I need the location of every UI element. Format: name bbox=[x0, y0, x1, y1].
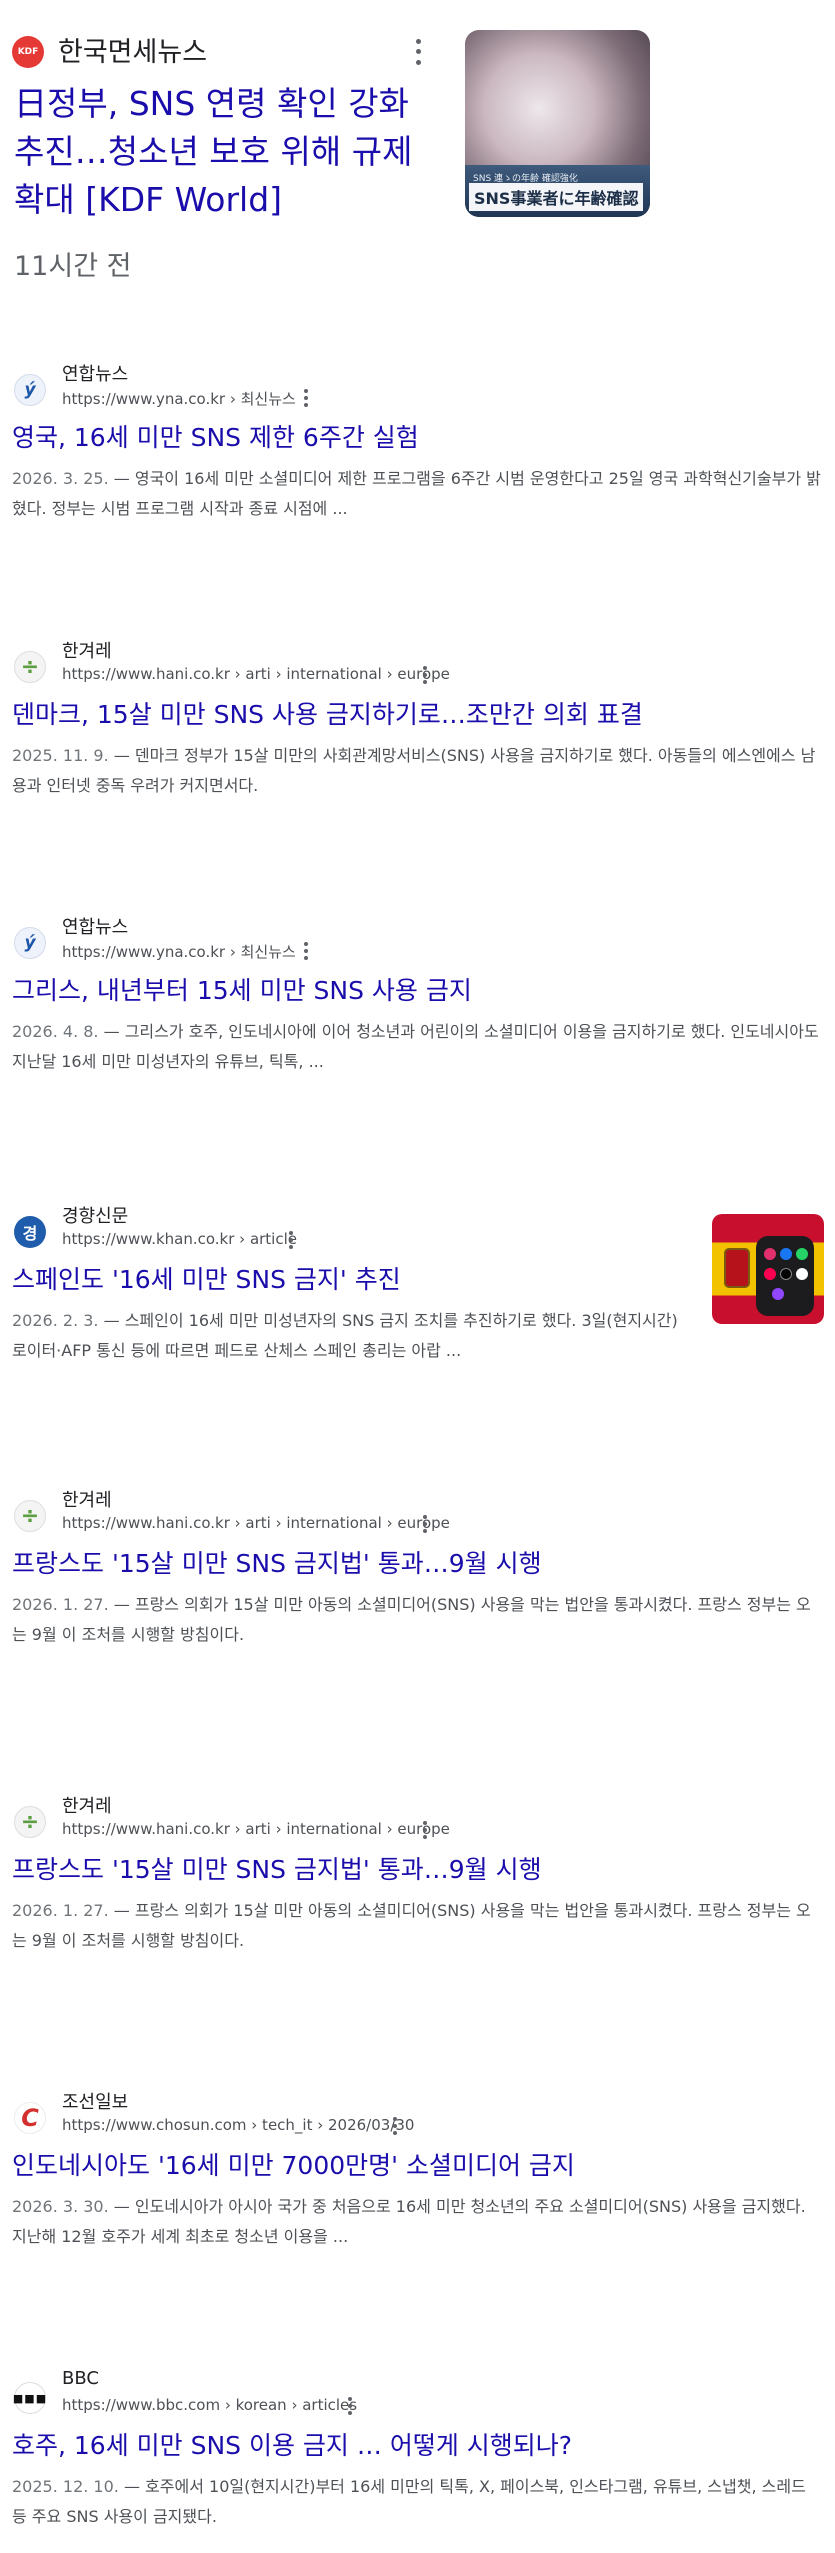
news-source-name: 한국면세뉴스 bbox=[58, 37, 208, 68]
result-site-name[interactable]: 한겨레 bbox=[62, 637, 112, 663]
date-separator: — bbox=[118, 2477, 146, 2496]
kdf-logo: KDF bbox=[12, 36, 44, 68]
yonhap-favicon-icon: ý bbox=[14, 927, 46, 959]
spain-emblem-icon bbox=[724, 1248, 750, 1288]
result-title-link[interactable]: 그리스, 내년부터 15세 미만 SNS 사용 금지 bbox=[12, 971, 472, 1007]
bbc-favicon-icon: ■■■ bbox=[13, 2382, 46, 2414]
result-date: 2026. 1. 27. bbox=[12, 1901, 109, 1920]
news-timestamp: 11시간 전 bbox=[14, 251, 132, 282]
result-date: 2026. 1. 27. bbox=[12, 1595, 109, 1614]
result-site-name[interactable]: 한겨레 bbox=[62, 1792, 112, 1818]
hani-favicon-icon: ÷ bbox=[14, 651, 46, 683]
more-options-icon[interactable] bbox=[420, 1514, 430, 1534]
thumbnail-caption: SNS事業者に年齢確認 bbox=[469, 183, 644, 211]
result-snippet: 2025. 12. 10. — 호주에서 10일(현지시간)부터 16세 미만의… bbox=[12, 2472, 824, 2532]
search-result: 경 경향신문 https://www.khan.co.kr › article … bbox=[0, 1202, 835, 1360]
khan-favicon-icon: 경 bbox=[14, 1216, 46, 1248]
more-options-icon[interactable] bbox=[408, 36, 428, 68]
result-url[interactable]: https://www.yna.co.kr › 최신뉴스 bbox=[62, 941, 296, 962]
search-result: ■■■ BBC https://www.bbc.com › korean › a… bbox=[0, 2368, 835, 2526]
whatsapp-icon bbox=[796, 1248, 808, 1260]
result-snippet-text: 그리스가 호주, 인도네시아에 이어 청소년과 어린이의 소셜미디어 이용을 금… bbox=[12, 1022, 819, 1071]
result-date: 2026. 4. 8. bbox=[12, 1022, 99, 1041]
yonhap-favicon-icon: ý bbox=[14, 374, 46, 406]
result-url[interactable]: https://www.hani.co.kr › arti › internat… bbox=[62, 665, 450, 683]
instagram-icon bbox=[764, 1248, 776, 1260]
result-title-link[interactable]: 호주, 16세 미만 SNS 이용 금지 … 어떻게 시행되나? bbox=[12, 2426, 572, 2462]
news-headline[interactable]: 日정부, SNS 연령 확인 강화 추진…청소년 보호 위해 규제 확대 [KD… bbox=[14, 80, 434, 224]
more-options-icon[interactable] bbox=[301, 388, 311, 408]
result-snippet: 2026. 4. 8. — 그리스가 호주, 인도네시아에 이어 청소년과 어린… bbox=[12, 1017, 824, 1077]
result-title-link[interactable]: 영국, 16세 미만 SNS 제한 6주간 실험 bbox=[12, 418, 419, 454]
result-date: 2026. 3. 30. bbox=[12, 2197, 109, 2216]
app-icon bbox=[772, 1288, 784, 1300]
result-title-link[interactable]: 프랑스도 '15살 미만 SNS 금지법' 통과…9월 시행 bbox=[12, 1544, 542, 1580]
result-title-link[interactable]: 인도네시아도 '16세 미만 7000만명' 소셜미디어 금지 bbox=[12, 2146, 575, 2182]
search-result: C 조선일보 https://www.chosun.com › tech_it … bbox=[0, 2088, 835, 2246]
threads-icon bbox=[796, 1268, 808, 1280]
date-separator: — bbox=[108, 469, 135, 488]
search-result: ý 연합뉴스 https://www.yna.co.kr › 최신뉴스 영국, … bbox=[0, 360, 835, 518]
result-date: 2026. 2. 3. bbox=[12, 1311, 99, 1330]
more-options-icon[interactable] bbox=[286, 1230, 296, 1250]
result-url[interactable]: https://www.khan.co.kr › article bbox=[62, 1230, 297, 1248]
search-result: ÷ 한겨레 https://www.hani.co.kr › arti › in… bbox=[0, 637, 835, 795]
result-snippet: 2026. 1. 27. — 프랑스 의회가 15살 미만 아동의 소셜미디어(… bbox=[12, 1896, 824, 1956]
tiktok-icon bbox=[764, 1268, 776, 1280]
thumbnail-caption-bar: SNS 連ゝの年齢 確認強化 SNS事業者に年齢確認 bbox=[465, 165, 650, 217]
result-snippet: 2025. 11. 9. — 덴마크 정부가 15살 미만의 사회관계망서비스(… bbox=[12, 741, 824, 801]
date-separator: — bbox=[108, 1901, 135, 1920]
date-separator: — bbox=[108, 1595, 135, 1614]
more-options-icon[interactable] bbox=[345, 2396, 355, 2416]
result-snippet: 2026. 3. 25. — 영국이 16세 미만 소셜미디어 제한 프로그램을… bbox=[12, 464, 824, 524]
search-result: ÷ 한겨레 https://www.hani.co.kr › arti › in… bbox=[0, 1792, 835, 1950]
date-separator: — bbox=[108, 2197, 135, 2216]
result-snippet: 2026. 1. 27. — 프랑스 의회가 15살 미만 아동의 소셜미디어(… bbox=[12, 1590, 824, 1650]
result-site-name[interactable]: 조선일보 bbox=[62, 2088, 128, 2114]
result-site-name[interactable]: BBC bbox=[62, 2368, 99, 2389]
result-site-name[interactable]: 연합뉴스 bbox=[62, 360, 128, 386]
result-title-link[interactable]: 프랑스도 '15살 미만 SNS 금지법' 통과…9월 시행 bbox=[12, 1850, 542, 1886]
more-options-icon[interactable] bbox=[301, 941, 311, 961]
more-options-icon[interactable] bbox=[420, 1820, 430, 1840]
result-snippet: 2026. 3. 30. — 인도네시아가 아시아 국가 중 처음으로 16세 … bbox=[12, 2192, 824, 2252]
date-separator: — bbox=[108, 746, 135, 765]
result-thumbnail[interactable] bbox=[712, 1214, 824, 1324]
x-icon bbox=[780, 1268, 792, 1280]
result-date: 2025. 11. 9. bbox=[12, 746, 109, 765]
result-url[interactable]: https://www.yna.co.kr › 최신뉴스 bbox=[62, 388, 296, 409]
date-separator: — bbox=[98, 1022, 125, 1041]
more-options-icon[interactable] bbox=[420, 665, 430, 685]
top-news-card[interactable]: KDF 한국면세뉴스 日정부, SNS 연령 확인 강화 추진…청소년 보호 위… bbox=[0, 0, 835, 300]
smartphone-icon bbox=[756, 1236, 814, 1316]
news-thumbnail[interactable]: SNS 連ゝの年齢 確認強化 SNS事業者に年齢確認 bbox=[465, 30, 650, 217]
result-site-name[interactable]: 연합뉴스 bbox=[62, 913, 128, 939]
result-title-link[interactable]: 덴마크, 15살 미만 SNS 사용 금지하기로…조만간 의회 표결 bbox=[12, 695, 643, 731]
result-date: 2025. 12. 10. bbox=[12, 2477, 119, 2496]
result-url[interactable]: https://www.hani.co.kr › arti › internat… bbox=[62, 1514, 450, 1532]
hani-favicon-icon: ÷ bbox=[14, 1806, 46, 1838]
result-url[interactable]: https://www.chosun.com › tech_it › 2026/… bbox=[62, 2116, 414, 2134]
result-url[interactable]: https://www.bbc.com › korean › articles bbox=[62, 2396, 357, 2414]
more-options-icon[interactable] bbox=[390, 2116, 400, 2136]
date-separator: — bbox=[98, 1311, 125, 1330]
search-result: ý 연합뉴스 https://www.yna.co.kr › 최신뉴스 그리스,… bbox=[0, 913, 835, 1071]
hani-favicon-icon: ÷ bbox=[14, 1500, 46, 1532]
chosun-favicon-icon: C bbox=[14, 2102, 46, 2134]
result-date: 2026. 3. 25. bbox=[12, 469, 109, 488]
facebook-icon bbox=[780, 1248, 792, 1260]
result-site-name[interactable]: 한겨레 bbox=[62, 1486, 112, 1512]
search-result: ÷ 한겨레 https://www.hani.co.kr › arti › in… bbox=[0, 1486, 835, 1644]
result-url[interactable]: https://www.hani.co.kr › arti › internat… bbox=[62, 1820, 450, 1838]
result-title-link[interactable]: 스페인도 '16세 미만 SNS 금지' 추진 bbox=[12, 1260, 401, 1296]
result-snippet: 2026. 2. 3. — 스페인이 16세 미만 미성년자의 SNS 금지 조… bbox=[12, 1306, 697, 1366]
result-site-name[interactable]: 경향신문 bbox=[62, 1202, 128, 1228]
